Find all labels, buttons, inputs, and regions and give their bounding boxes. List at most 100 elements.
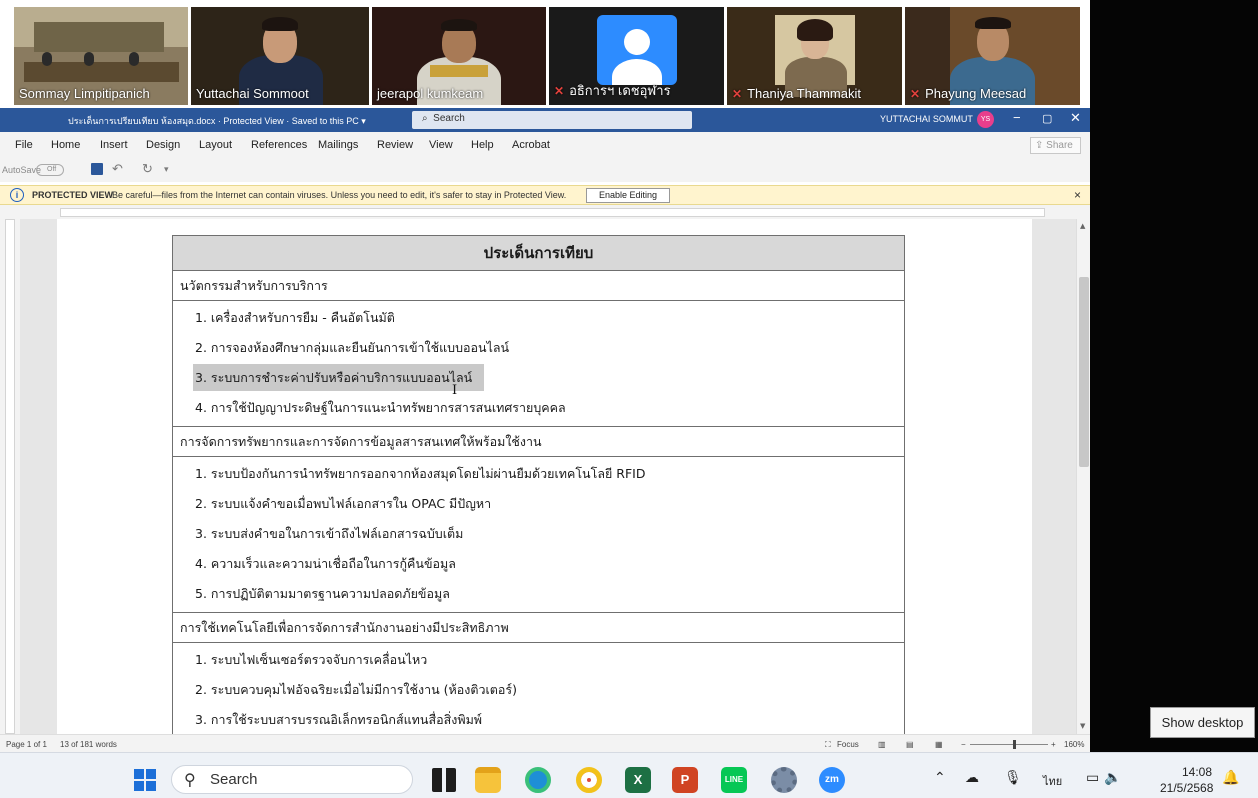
scroll-thumb[interactable] (1079, 277, 1089, 467)
list-item: 2. ระบบแจ้งคำขอเมื่อพบไฟล์เอกสารใน OPAC … (195, 496, 492, 511)
page-count[interactable]: Page 1 of 1 (6, 740, 47, 749)
taskbar-search[interactable]: ⚲ Search (171, 765, 413, 794)
share-label: Share (1046, 140, 1073, 151)
zoom-level[interactable]: 160% (1064, 740, 1084, 749)
title-bar: ประเด็นการเปรียบเทียบ ห้องสมุด.docx · Pr… (0, 108, 1090, 132)
tab-review[interactable]: Review (377, 139, 413, 151)
zoom-app-icon[interactable]: zm (819, 767, 845, 793)
search-icon: ⌕ (422, 113, 428, 124)
system-clock[interactable]: 14:08 21/5/2568 (1160, 764, 1213, 796)
settings-gear-icon[interactable] (771, 767, 797, 793)
participant-name-text: Thaniya Thammakit (747, 86, 861, 101)
save-icon[interactable] (91, 163, 103, 175)
participant-tile-2-speaking[interactable]: Yuttachai Sommoot (191, 7, 369, 105)
participant-name: jeerapol kumkeam (377, 86, 484, 101)
line-app-icon[interactable]: LINE (721, 767, 747, 793)
excel-icon[interactable]: X (625, 767, 651, 793)
document-title[interactable]: ประเด็นการเปรียบเทียบ ห้องสมุด.docx · Pr… (68, 114, 366, 128)
enable-editing-button[interactable]: Enable Editing (586, 188, 670, 203)
tab-view[interactable]: View (429, 139, 453, 151)
scroll-up-icon[interactable]: ▲ (1080, 222, 1085, 230)
customize-toolbar-icon[interactable]: ▾ (164, 164, 169, 175)
tab-mailings[interactable]: Mailings (318, 139, 358, 151)
ruler-track[interactable] (5, 219, 15, 734)
protected-view-bar: i PROTECTED VIEW Be careful—files from t… (0, 185, 1090, 205)
section-title: การใช้เทคโนโลยีเพื่อการจัดการสำนักงานอย่… (173, 613, 904, 643)
tab-acrobat[interactable]: Acrobat (512, 139, 550, 151)
show-hidden-icons-icon[interactable]: ⌃ (934, 769, 946, 786)
focus-button[interactable]: Focus (837, 740, 859, 749)
account-name[interactable]: YUTTACHAI SOMMUT (880, 114, 973, 124)
clock-time: 14:08 (1181, 765, 1212, 779)
tab-file[interactable]: File (15, 139, 33, 151)
restore-button[interactable]: ▢ (1042, 112, 1052, 125)
participant-tile-1[interactable]: Sommay Limpitipanich (14, 7, 188, 105)
zoom-in-icon[interactable]: + (1051, 740, 1056, 749)
zoom-out-icon[interactable]: − (961, 740, 966, 749)
participant-tile-5[interactable]: ✕ Thaniya Thammakit (727, 7, 902, 105)
focus-icon[interactable]: ⛶ (825, 740, 831, 750)
vertical-scrollbar[interactable]: ▲ ▼ (1076, 219, 1090, 734)
close-window-button[interactable]: ✕ (1070, 110, 1081, 126)
search-box[interactable]: ⌕ Search (412, 111, 692, 129)
screen: Sommay Limpitipanich Yuttachai Sommoot j… (0, 0, 1258, 798)
participant-tile-3[interactable]: jeerapol kumkeam (372, 7, 546, 105)
autosave-state: Off (47, 166, 57, 173)
read-mode-icon[interactable]: ▥ (878, 740, 886, 749)
section-title: การจัดการทรัพยากรและการจัดการข้อมูลสารสน… (173, 427, 904, 457)
print-layout-icon[interactable]: ▤ (906, 740, 914, 749)
volume-icon[interactable]: 🔈 (1104, 769, 1121, 786)
participant-name: Sommay Limpitipanich (19, 86, 150, 101)
tab-references[interactable]: References (251, 139, 307, 151)
list-item: 2. ระบบควบคุมไฟอัจฉริยะเมื่อไม่มีการใช้ง… (195, 682, 518, 697)
participant-name-text: อธิการฯ เดชอุฬาร (569, 83, 671, 98)
edge-icon[interactable] (525, 767, 551, 793)
tab-home[interactable]: Home (51, 139, 80, 151)
input-language[interactable]: ไทย (1043, 772, 1062, 790)
participant-tile-4[interactable]: ✕ อธิการฯ เดชอุฬาร (549, 7, 724, 105)
scroll-down-icon[interactable]: ▼ (1080, 722, 1085, 730)
horizontal-ruler (0, 205, 1090, 219)
zoom-slider[interactable] (970, 744, 1048, 745)
tab-design[interactable]: Design (146, 139, 180, 151)
file-explorer-icon[interactable] (475, 767, 501, 793)
microphone-icon[interactable]: 🎙 (1004, 769, 1022, 786)
powerpoint-icon[interactable]: P (672, 767, 698, 793)
list-item: 4. การใช้ปัญญาประดิษฐ์ในการแนะนำทรัพยากร… (195, 400, 566, 415)
windows-logo-icon (134, 769, 156, 791)
word-window: ประเด็นการเปรียบเทียบ ห้องสมุด.docx · Pr… (0, 108, 1090, 752)
list-item: 4. ความเร็วและความน่าเชื่อถือในการกู้คืน… (195, 556, 456, 571)
document-canvas: ประเด็นการเทียบ นวัตกรรมสำหรับการบริการ … (20, 219, 1076, 734)
mic-muted-icon: ✕ (554, 84, 565, 98)
notification-bell-icon[interactable]: 🔔 (1222, 769, 1239, 786)
list-item: 5. การปฏิบัติตามมาตรฐานความปลอดภัยข้อมูล (195, 586, 450, 601)
share-button[interactable]: ⇪ Share (1030, 137, 1081, 154)
tab-layout[interactable]: Layout (199, 139, 232, 151)
participant-name-text: Phayung Meesad (925, 86, 1027, 101)
list-item-selected: 3. ระบบการชำระค่าปรับหรือค่าบริการแบบออน… (173, 363, 904, 393)
redo-icon[interactable]: ↻ (142, 161, 153, 177)
minimize-button[interactable]: − (1013, 110, 1021, 125)
protected-view-label: PROTECTED VIEW (32, 190, 114, 200)
list-item: 1. ระบบป้องกันการนำทรัพยากรออกจากห้องสมุ… (195, 466, 646, 481)
close-message-icon[interactable]: × (1074, 188, 1081, 202)
tab-help[interactable]: Help (471, 139, 494, 151)
comparison-table: ประเด็นการเทียบ นวัตกรรมสำหรับการบริการ … (172, 235, 905, 734)
ruler-track[interactable] (60, 208, 1045, 217)
list-item: 2. การจองห้องศึกษากลุ่มและยืนยันการเข้าใ… (195, 340, 510, 355)
task-view-icon[interactable] (432, 768, 456, 792)
autosave-toggle[interactable]: Off (36, 164, 64, 176)
onedrive-icon[interactable]: ☁ (965, 769, 979, 786)
zoom-slider-handle[interactable] (1013, 740, 1016, 749)
web-layout-icon[interactable]: ▦ (935, 740, 943, 749)
document-page[interactable]: ประเด็นการเทียบ นวัตกรรมสำหรับการบริการ … (57, 219, 1032, 734)
chrome-icon[interactable] (576, 767, 602, 793)
tab-insert[interactable]: Insert (100, 139, 128, 151)
word-count[interactable]: 13 of 181 words (60, 740, 117, 749)
table-header: ประเด็นการเทียบ (173, 236, 904, 271)
participant-tile-6[interactable]: ✕ Phayung Meesad (905, 7, 1080, 105)
account-avatar[interactable]: YS (977, 111, 994, 128)
start-button[interactable] (134, 769, 156, 791)
network-icon[interactable]: ▭ (1086, 769, 1099, 786)
undo-icon[interactable]: ↶ (112, 161, 123, 177)
